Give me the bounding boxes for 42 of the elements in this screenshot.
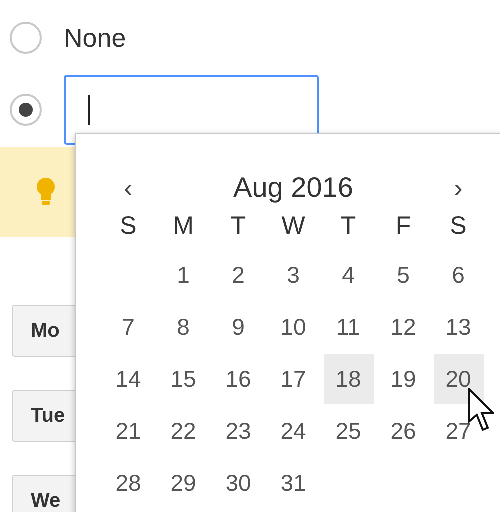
calendar-day[interactable]: 17 bbox=[268, 354, 318, 404]
calendar-day[interactable]: 29 bbox=[158, 458, 208, 508]
weekday-header: S bbox=[119, 211, 138, 242]
calendar-day[interactable]: 20 bbox=[434, 354, 484, 404]
next-month-button[interactable]: › bbox=[431, 168, 486, 208]
text-caret-icon bbox=[88, 95, 90, 125]
weekday-header: F bbox=[394, 211, 412, 242]
calendar-day[interactable]: 2 bbox=[214, 250, 264, 300]
calendar-day[interactable]: 30 bbox=[214, 458, 264, 508]
calendar-day[interactable]: 31 bbox=[268, 458, 318, 508]
calendar-day[interactable]: 19 bbox=[378, 354, 428, 404]
calendar-day[interactable]: 28 bbox=[104, 458, 154, 508]
weekday-header: S bbox=[449, 211, 468, 242]
calendar-day[interactable]: 1 bbox=[158, 250, 208, 300]
calendar-day[interactable]: 18 bbox=[324, 354, 374, 404]
calendar-day[interactable]: 26 bbox=[378, 406, 428, 456]
calendar-day[interactable]: 22 bbox=[158, 406, 208, 456]
weekday-header: W bbox=[280, 211, 306, 242]
calendar-day[interactable]: 8 bbox=[158, 302, 208, 352]
calendar-day[interactable]: 6 bbox=[434, 250, 484, 300]
calendar-day[interactable]: 10 bbox=[268, 302, 318, 352]
calendar-day[interactable]: 12 bbox=[378, 302, 428, 352]
calendar-day[interactable]: 24 bbox=[268, 406, 318, 456]
calendar-day[interactable]: 3 bbox=[268, 250, 318, 300]
weekday-header: M bbox=[172, 211, 195, 242]
radio-button[interactable] bbox=[10, 22, 42, 54]
calendar-day[interactable]: 5 bbox=[378, 250, 428, 300]
calendar-day[interactable]: 4 bbox=[324, 250, 374, 300]
weekday-header: T bbox=[340, 211, 358, 242]
calendar-day[interactable]: 23 bbox=[214, 406, 264, 456]
option-label: None bbox=[64, 22, 126, 54]
calendar-day[interactable]: 9 bbox=[214, 302, 264, 352]
calendar-day[interactable]: 13 bbox=[434, 302, 484, 352]
radio-button[interactable] bbox=[10, 94, 42, 126]
month-title: Aug 2016 bbox=[232, 171, 354, 205]
weekday-header: T bbox=[230, 211, 248, 242]
calendar-day[interactable]: 25 bbox=[324, 406, 374, 456]
calendar-day[interactable]: 15 bbox=[158, 354, 208, 404]
lightbulb-icon bbox=[36, 177, 56, 207]
calendar-day[interactable]: 11 bbox=[324, 302, 374, 352]
calendar-day[interactable]: 16 bbox=[214, 354, 264, 404]
previous-month-button[interactable]: ‹ bbox=[101, 168, 156, 208]
